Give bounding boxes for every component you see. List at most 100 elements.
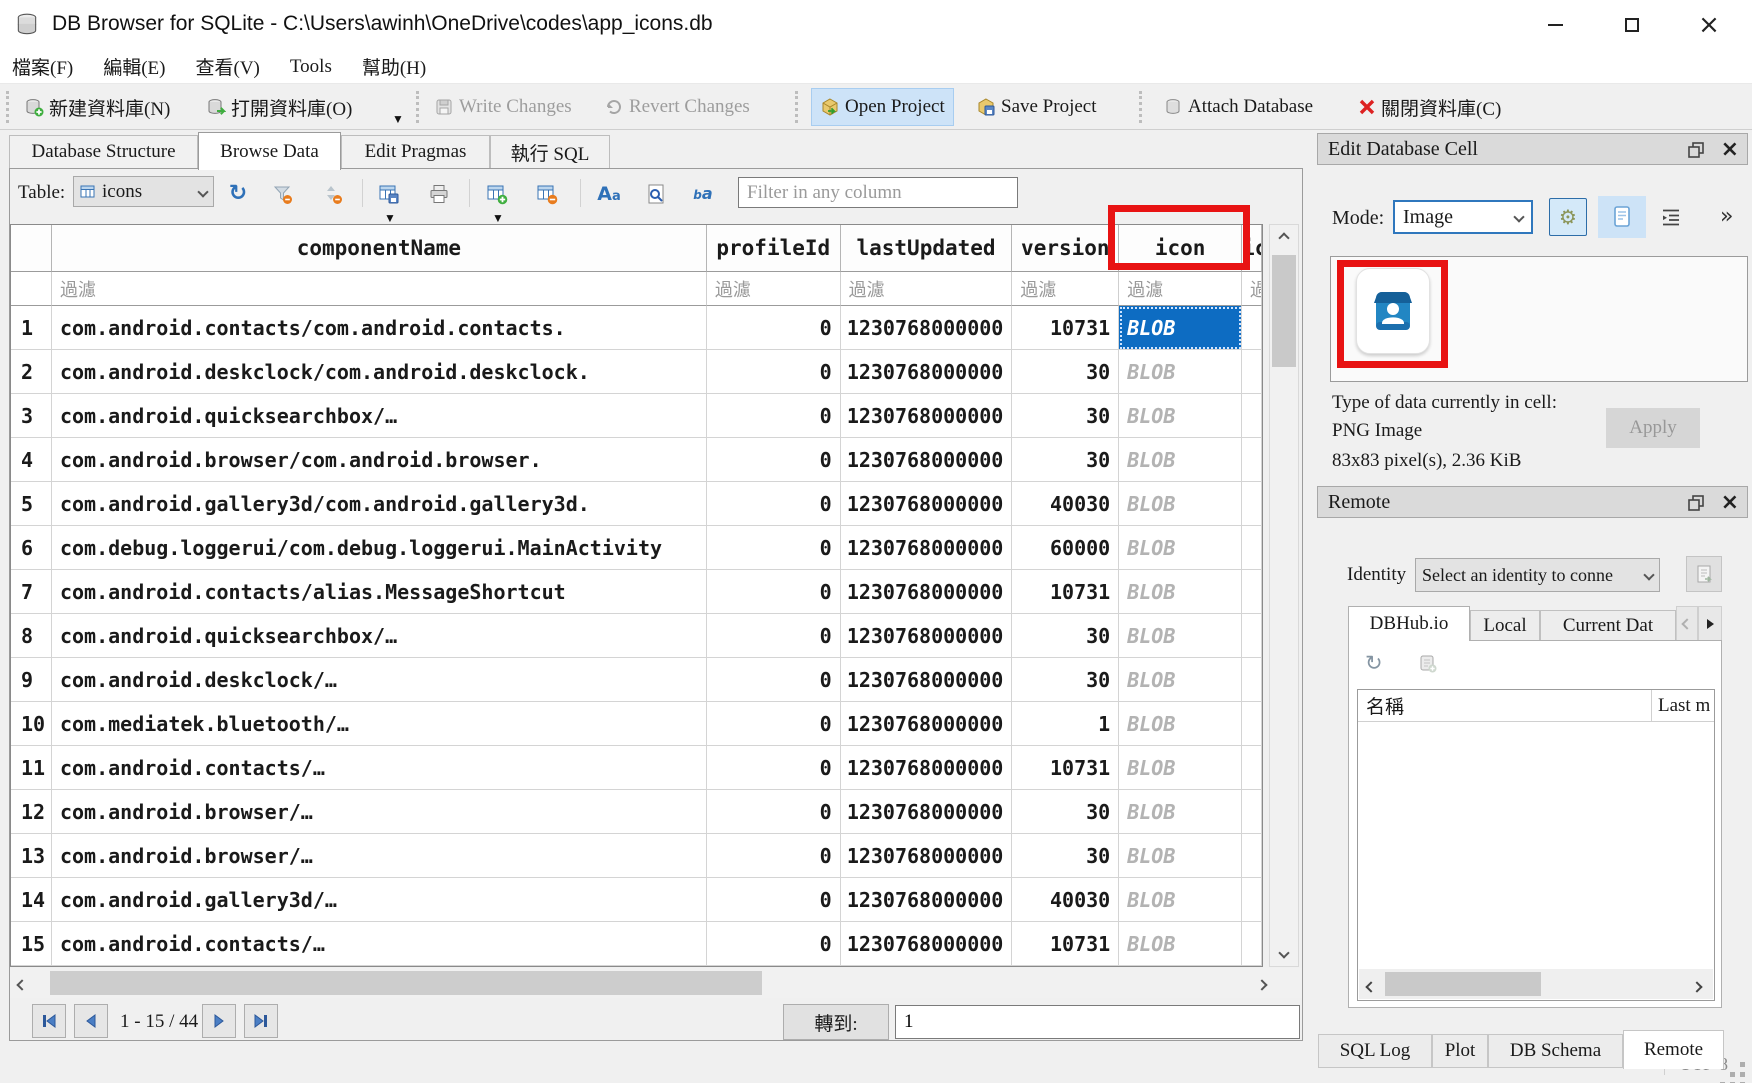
revert-changes-button[interactable]: Revert Changes bbox=[596, 88, 758, 126]
cell-version[interactable]: 1 bbox=[1012, 702, 1119, 746]
scroll-up-button[interactable] bbox=[1270, 225, 1298, 251]
new-database-button[interactable]: 新建資料庫(N) bbox=[16, 88, 178, 126]
cell-partial[interactable] bbox=[1242, 570, 1262, 614]
remote-clone-button[interactable] bbox=[1417, 653, 1439, 675]
cell-componentName[interactable]: com.android.contacts/alias.MessageShortc… bbox=[52, 570, 707, 614]
tab-edit-pragmas[interactable]: Edit Pragmas bbox=[341, 135, 490, 168]
cell-icon-blob[interactable]: BLOB bbox=[1119, 394, 1242, 438]
open-database-button[interactable]: 打開資料庫(O) bbox=[198, 88, 360, 126]
horizontal-scroll-thumb[interactable] bbox=[50, 971, 762, 995]
cell-profileId[interactable]: 0 bbox=[707, 570, 841, 614]
find-in-table-button[interactable] bbox=[642, 181, 670, 207]
cell-partial[interactable] bbox=[1242, 658, 1262, 702]
cell-version[interactable]: 30 bbox=[1012, 834, 1119, 878]
cell-lastUpdated[interactable]: 1230768000000 bbox=[841, 746, 1013, 790]
scroll-right-button[interactable] bbox=[1693, 978, 1701, 996]
row-number[interactable]: 5 bbox=[11, 482, 52, 526]
cell-profileId[interactable]: 0 bbox=[707, 922, 841, 966]
cell-profileId[interactable]: 0 bbox=[707, 614, 841, 658]
cell-lastUpdated[interactable]: 1230768000000 bbox=[841, 350, 1013, 394]
cell-icon-blob[interactable]: BLOB bbox=[1119, 878, 1242, 922]
cell-componentName[interactable]: com.android.quicksearchbox/… bbox=[52, 614, 707, 658]
encoding-button[interactable]: ba bbox=[689, 181, 717, 207]
remote-refresh-button[interactable]: ↻ bbox=[1365, 651, 1383, 675]
goto-button[interactable]: 轉到: bbox=[783, 1004, 889, 1040]
float-panel-icon[interactable] bbox=[1687, 141, 1705, 159]
cell-icon-blob[interactable]: BLOB bbox=[1119, 306, 1242, 350]
row-number[interactable]: 2 bbox=[11, 350, 52, 394]
cell-componentName[interactable]: com.android.quicksearchbox/… bbox=[52, 394, 707, 438]
cell-icon-blob[interactable]: BLOB bbox=[1119, 922, 1242, 966]
cell-lastUpdated[interactable]: 1230768000000 bbox=[841, 834, 1013, 878]
filter-any-column-input[interactable] bbox=[738, 177, 1018, 208]
cell-partial[interactable] bbox=[1242, 878, 1262, 922]
remote-list-horizontal-scrollbar[interactable] bbox=[1359, 969, 1713, 999]
table-select[interactable]: icons bbox=[73, 176, 214, 207]
cell-componentName[interactable]: com.android.gallery3d/com.android.galler… bbox=[52, 482, 707, 526]
cell-version[interactable]: 40030 bbox=[1012, 878, 1119, 922]
identity-select[interactable]: Select an identity to conne bbox=[1415, 558, 1660, 592]
cell-lastUpdated[interactable]: 1230768000000 bbox=[841, 614, 1013, 658]
row-number[interactable]: 3 bbox=[11, 394, 52, 438]
row-number[interactable]: 6 bbox=[11, 526, 52, 570]
cell-lastUpdated[interactable]: 1230768000000 bbox=[841, 526, 1013, 570]
cell-componentName[interactable]: com.android.deskclock/com.android.deskcl… bbox=[52, 350, 707, 394]
cell-partial[interactable] bbox=[1242, 306, 1262, 350]
dock-tab-remote[interactable]: Remote bbox=[1623, 1030, 1724, 1069]
dock-tab-plot[interactable]: Plot bbox=[1432, 1034, 1488, 1068]
first-page-button[interactable] bbox=[32, 1004, 66, 1038]
remote-tab-local[interactable]: Local bbox=[1470, 610, 1540, 641]
cell-componentName[interactable]: com.android.gallery3d/… bbox=[52, 878, 707, 922]
clear-filters-button[interactable] bbox=[268, 181, 296, 207]
row-number[interactable]: 8 bbox=[11, 614, 52, 658]
cell-version[interactable]: 30 bbox=[1012, 350, 1119, 394]
remote-column-last-modified[interactable]: Last m bbox=[1652, 690, 1714, 721]
cell-icon-blob[interactable]: BLOB bbox=[1119, 614, 1242, 658]
cell-partial[interactable] bbox=[1242, 702, 1262, 746]
open-database-dropdown-icon[interactable]: ▼ bbox=[392, 112, 404, 127]
cell-partial[interactable] bbox=[1242, 438, 1262, 482]
header-profileId[interactable]: profileId bbox=[707, 225, 841, 272]
cell-version[interactable]: 10731 bbox=[1012, 922, 1119, 966]
close-database-button[interactable]: 關閉資料庫(C) bbox=[1350, 88, 1509, 126]
cell-componentName[interactable]: com.mediatek.bluetooth/… bbox=[52, 702, 707, 746]
remote-column-name[interactable]: 名稱 bbox=[1358, 690, 1652, 721]
cell-componentName[interactable]: com.android.deskclock/… bbox=[52, 658, 707, 702]
filter-profileId[interactable]: 過濾 bbox=[707, 272, 841, 306]
cell-profileId[interactable]: 0 bbox=[707, 350, 841, 394]
table-vertical-scrollbar[interactable] bbox=[1269, 224, 1299, 967]
scroll-left-button[interactable] bbox=[18, 976, 26, 994]
delete-record-button[interactable] bbox=[533, 181, 561, 207]
float-panel-icon[interactable] bbox=[1687, 494, 1705, 512]
cell-partial[interactable] bbox=[1242, 922, 1262, 966]
row-number[interactable]: 10 bbox=[11, 702, 52, 746]
cell-profileId[interactable]: 0 bbox=[707, 746, 841, 790]
tab-scroll-right-button[interactable] bbox=[1698, 606, 1722, 641]
cell-icon-blob[interactable]: BLOB bbox=[1119, 702, 1242, 746]
cell-componentName[interactable]: com.android.contacts/… bbox=[52, 922, 707, 966]
cell-icon-blob[interactable]: BLOB bbox=[1119, 746, 1242, 790]
cell-partial[interactable] bbox=[1242, 526, 1262, 570]
cell-icon-blob[interactable]: BLOB bbox=[1119, 526, 1242, 570]
clear-sorting-button[interactable] bbox=[318, 181, 346, 207]
row-number[interactable]: 9 bbox=[11, 658, 52, 702]
cell-partial[interactable] bbox=[1242, 746, 1262, 790]
apply-button[interactable]: Apply bbox=[1606, 408, 1700, 448]
cell-partial[interactable] bbox=[1242, 614, 1262, 658]
cell-icon-blob[interactable]: BLOB bbox=[1119, 482, 1242, 526]
row-number[interactable]: 4 bbox=[11, 438, 52, 482]
cell-profileId[interactable]: 0 bbox=[707, 790, 841, 834]
save-records-button[interactable] bbox=[375, 181, 403, 207]
cell-version[interactable]: 40030 bbox=[1012, 482, 1119, 526]
cell-lastUpdated[interactable]: 1230768000000 bbox=[841, 878, 1013, 922]
cell-profileId[interactable]: 0 bbox=[707, 438, 841, 482]
cell-icon-blob[interactable]: BLOB bbox=[1119, 834, 1242, 878]
cell-icon-blob[interactable]: BLOB bbox=[1119, 658, 1242, 702]
horizontal-scroll-thumb[interactable] bbox=[1385, 972, 1541, 996]
row-number[interactable]: 11 bbox=[11, 746, 52, 790]
dock-tab-sql-log[interactable]: SQL Log bbox=[1318, 1034, 1432, 1068]
cell-icon-blob[interactable]: BLOB bbox=[1119, 570, 1242, 614]
cell-lastUpdated[interactable]: 1230768000000 bbox=[841, 790, 1013, 834]
header-componentName[interactable]: componentName bbox=[52, 225, 707, 272]
last-page-button[interactable] bbox=[244, 1004, 278, 1038]
